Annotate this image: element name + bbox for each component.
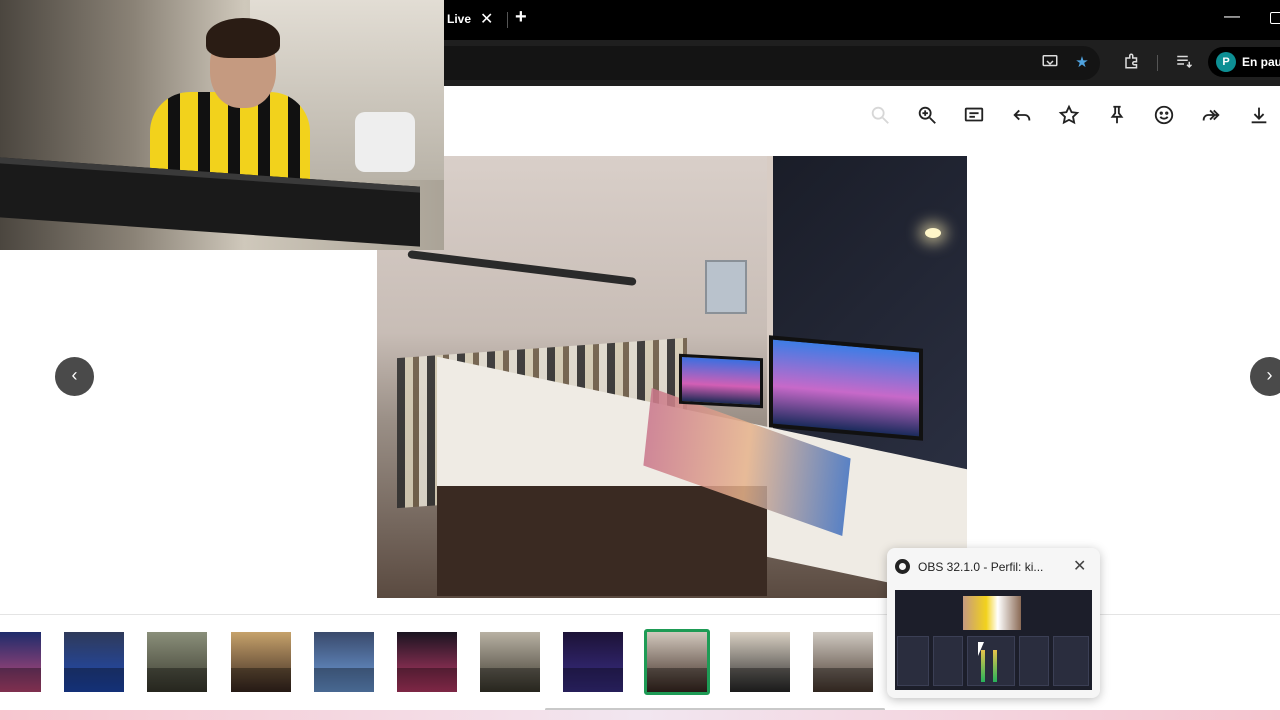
thumbnail[interactable] bbox=[810, 629, 876, 695]
thumbnail-shade bbox=[313, 668, 374, 692]
screen-cast-icon[interactable] bbox=[1039, 52, 1061, 74]
thumbnail[interactable] bbox=[726, 629, 793, 695]
previous-image-button[interactable]: ‹ bbox=[55, 357, 94, 396]
profile-button[interactable]: P En paus bbox=[1208, 47, 1280, 77]
bottom-edge bbox=[0, 710, 1280, 720]
photo-poster bbox=[705, 260, 747, 314]
star-filled-icon[interactable]: ★ bbox=[1071, 52, 1093, 74]
maximize-icon[interactable] bbox=[1270, 12, 1280, 24]
obs-panel-transitions bbox=[1019, 636, 1049, 686]
profile-status: En paus bbox=[1242, 55, 1280, 69]
toolbar-divider bbox=[1157, 55, 1158, 71]
obs-audio-meter bbox=[993, 650, 997, 682]
obs-logo-icon bbox=[895, 559, 910, 574]
photo-monitor-large bbox=[769, 335, 923, 441]
webcam-hair bbox=[206, 18, 280, 58]
obs-taskbar-preview[interactable]: OBS 32.1.0 - Perfil: ki... ✕ bbox=[887, 548, 1100, 698]
minimize-icon[interactable]: — bbox=[1224, 8, 1240, 26]
obs-close-icon[interactable]: ✕ bbox=[1073, 556, 1086, 576]
thumbnail[interactable] bbox=[144, 629, 211, 695]
star-icon[interactable] bbox=[1056, 102, 1082, 128]
thumbnail-shade bbox=[147, 668, 208, 692]
mouse-cursor-icon bbox=[978, 642, 984, 656]
thumbnail-shade bbox=[64, 668, 125, 692]
pin-icon[interactable] bbox=[1104, 102, 1130, 128]
thumbnail-shade bbox=[563, 668, 624, 692]
extensions-icon[interactable] bbox=[1121, 52, 1143, 74]
image-viewer-toolbar bbox=[860, 102, 1280, 130]
obs-panel-scenes bbox=[897, 636, 929, 686]
reading-list-icon[interactable] bbox=[1173, 52, 1195, 74]
photo-desk-front bbox=[437, 486, 767, 596]
thumbnail-shade bbox=[646, 668, 707, 692]
new-tab-button[interactable]: + bbox=[515, 6, 527, 29]
zoom-out-icon[interactable] bbox=[867, 102, 893, 128]
tab-close-icon[interactable]: ✕ bbox=[480, 9, 493, 29]
obs-panel-mixer bbox=[967, 636, 1015, 686]
obs-window-preview[interactable] bbox=[895, 590, 1092, 690]
photo-lamp bbox=[925, 228, 941, 238]
reply-icon[interactable] bbox=[1009, 102, 1035, 128]
thumbnail-selected[interactable] bbox=[643, 629, 710, 695]
thumbnail[interactable] bbox=[560, 629, 627, 695]
obs-scene-preview bbox=[963, 596, 1021, 630]
thumbnail-shade bbox=[480, 668, 541, 692]
captions-icon[interactable] bbox=[961, 102, 987, 128]
webcam-fan bbox=[355, 112, 415, 172]
thumbnail-shade bbox=[397, 668, 457, 692]
thumbnail[interactable] bbox=[227, 629, 294, 695]
thumbnail-shade bbox=[230, 668, 291, 692]
photo-monitor-small bbox=[679, 353, 763, 409]
obs-panel-sources bbox=[933, 636, 963, 686]
obs-panel-controls bbox=[1053, 636, 1089, 686]
webcam-overlay bbox=[0, 0, 444, 250]
thumbnail[interactable] bbox=[394, 629, 460, 695]
emoji-icon[interactable] bbox=[1151, 102, 1177, 128]
thumbnail[interactable] bbox=[310, 629, 377, 695]
zoom-in-icon[interactable] bbox=[914, 102, 940, 128]
next-image-button[interactable]: › bbox=[1250, 357, 1280, 396]
obs-window-title: OBS 32.1.0 - Perfil: ki... bbox=[918, 560, 1044, 574]
main-photo[interactable] bbox=[377, 156, 967, 598]
tab-title[interactable]: Live bbox=[447, 12, 471, 26]
thumbnail-shade bbox=[729, 668, 790, 692]
photo-sword bbox=[407, 250, 637, 286]
thumbnail-shade bbox=[0, 668, 41, 692]
avatar: P bbox=[1216, 52, 1236, 72]
tab-separator bbox=[507, 12, 508, 28]
forward-icon[interactable] bbox=[1198, 102, 1224, 128]
download-icon[interactable] bbox=[1246, 102, 1272, 128]
thumbnail-shade bbox=[813, 668, 873, 692]
thumbnail[interactable] bbox=[0, 629, 44, 695]
thumbnail[interactable] bbox=[477, 629, 544, 695]
thumbnail[interactable] bbox=[61, 629, 128, 695]
